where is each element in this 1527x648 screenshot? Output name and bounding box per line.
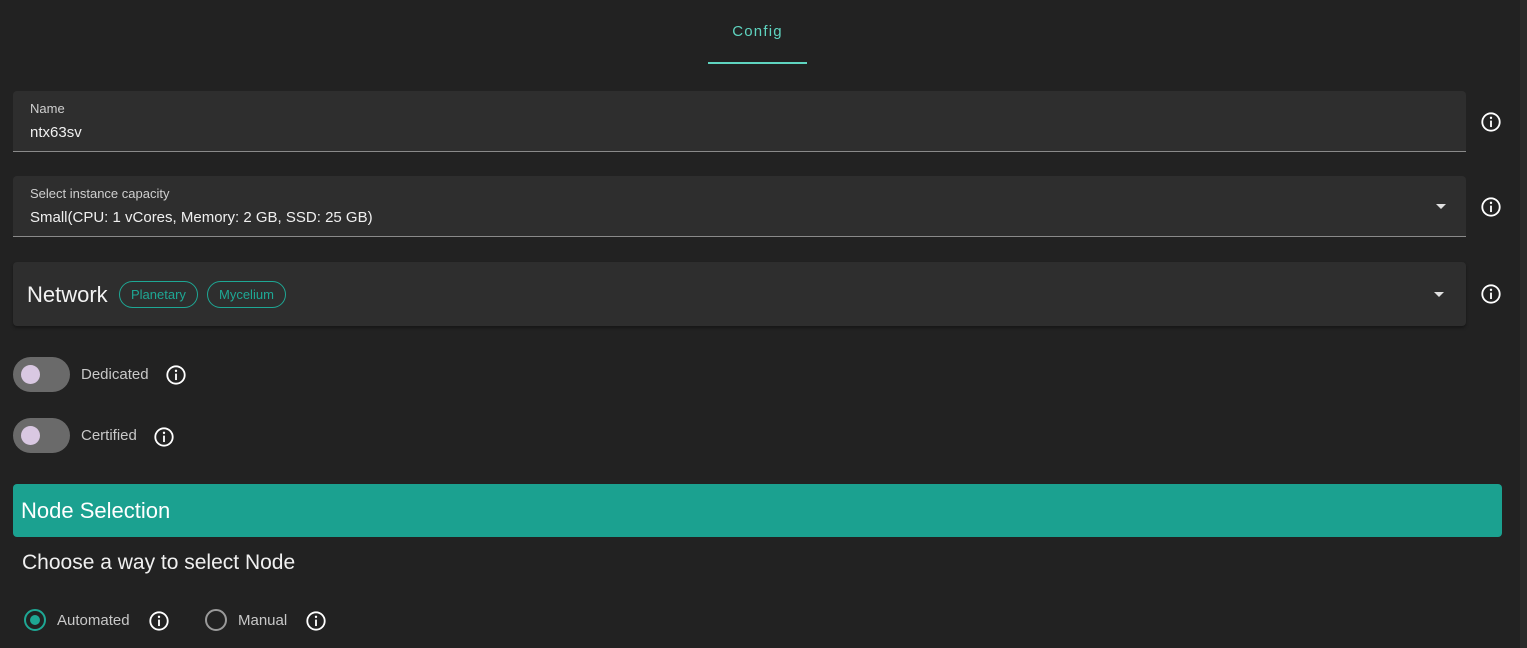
capacity-select-label: Select instance capacity: [30, 186, 170, 201]
capacity-select[interactable]: Select instance capacity Small(CPU: 1 vC…: [13, 176, 1466, 237]
network-title: Network: [27, 282, 108, 307]
name-field-label: Name: [30, 101, 65, 116]
certified-label: Certified: [81, 427, 137, 444]
radio-automated-label[interactable]: Automated: [57, 612, 130, 629]
radio-automated[interactable]: [24, 609, 46, 631]
certified-switch-knob: [21, 426, 40, 445]
name-field-value[interactable]: ntx63sv: [30, 124, 82, 141]
tab-config[interactable]: Config: [708, 0, 807, 64]
name-info-icon[interactable]: [1480, 111, 1502, 133]
network-chip-mycelium: Mycelium: [207, 281, 286, 308]
certified-info-icon[interactable]: [153, 426, 175, 448]
scrollbar[interactable]: [1520, 0, 1527, 648]
manual-info-icon[interactable]: [305, 610, 327, 632]
capacity-info-icon[interactable]: [1480, 196, 1502, 218]
radio-manual-label[interactable]: Manual: [238, 612, 287, 629]
tab-config-label: Config: [732, 22, 783, 40]
dedicated-switch-knob: [21, 365, 40, 384]
certified-switch[interactable]: [13, 418, 70, 453]
radio-manual[interactable]: [205, 609, 227, 631]
dedicated-label: Dedicated: [81, 366, 149, 383]
node-selection-subtitle: Choose a way to select Node: [22, 551, 296, 574]
network-info-icon[interactable]: [1480, 283, 1502, 305]
name-field[interactable]: Name ntx63sv: [13, 91, 1466, 152]
dedicated-switch[interactable]: [13, 357, 70, 392]
capacity-select-value: Small(CPU: 1 vCores, Memory: 2 GB, SSD: …: [30, 209, 373, 226]
node-selection-title: Node Selection: [21, 498, 171, 523]
network-expansion-panel[interactable]: Network Planetary Mycelium: [13, 262, 1466, 326]
caret-down-icon[interactable]: [1436, 204, 1446, 209]
node-selection-header: Node Selection: [13, 484, 1502, 537]
caret-down-icon[interactable]: [1434, 292, 1444, 297]
automated-info-icon[interactable]: [148, 610, 170, 632]
dedicated-info-icon[interactable]: [165, 364, 187, 386]
deploy-config-page: Config Name ntx63sv Select instance capa…: [0, 0, 1527, 648]
network-chip-planetary: Planetary: [119, 281, 198, 308]
